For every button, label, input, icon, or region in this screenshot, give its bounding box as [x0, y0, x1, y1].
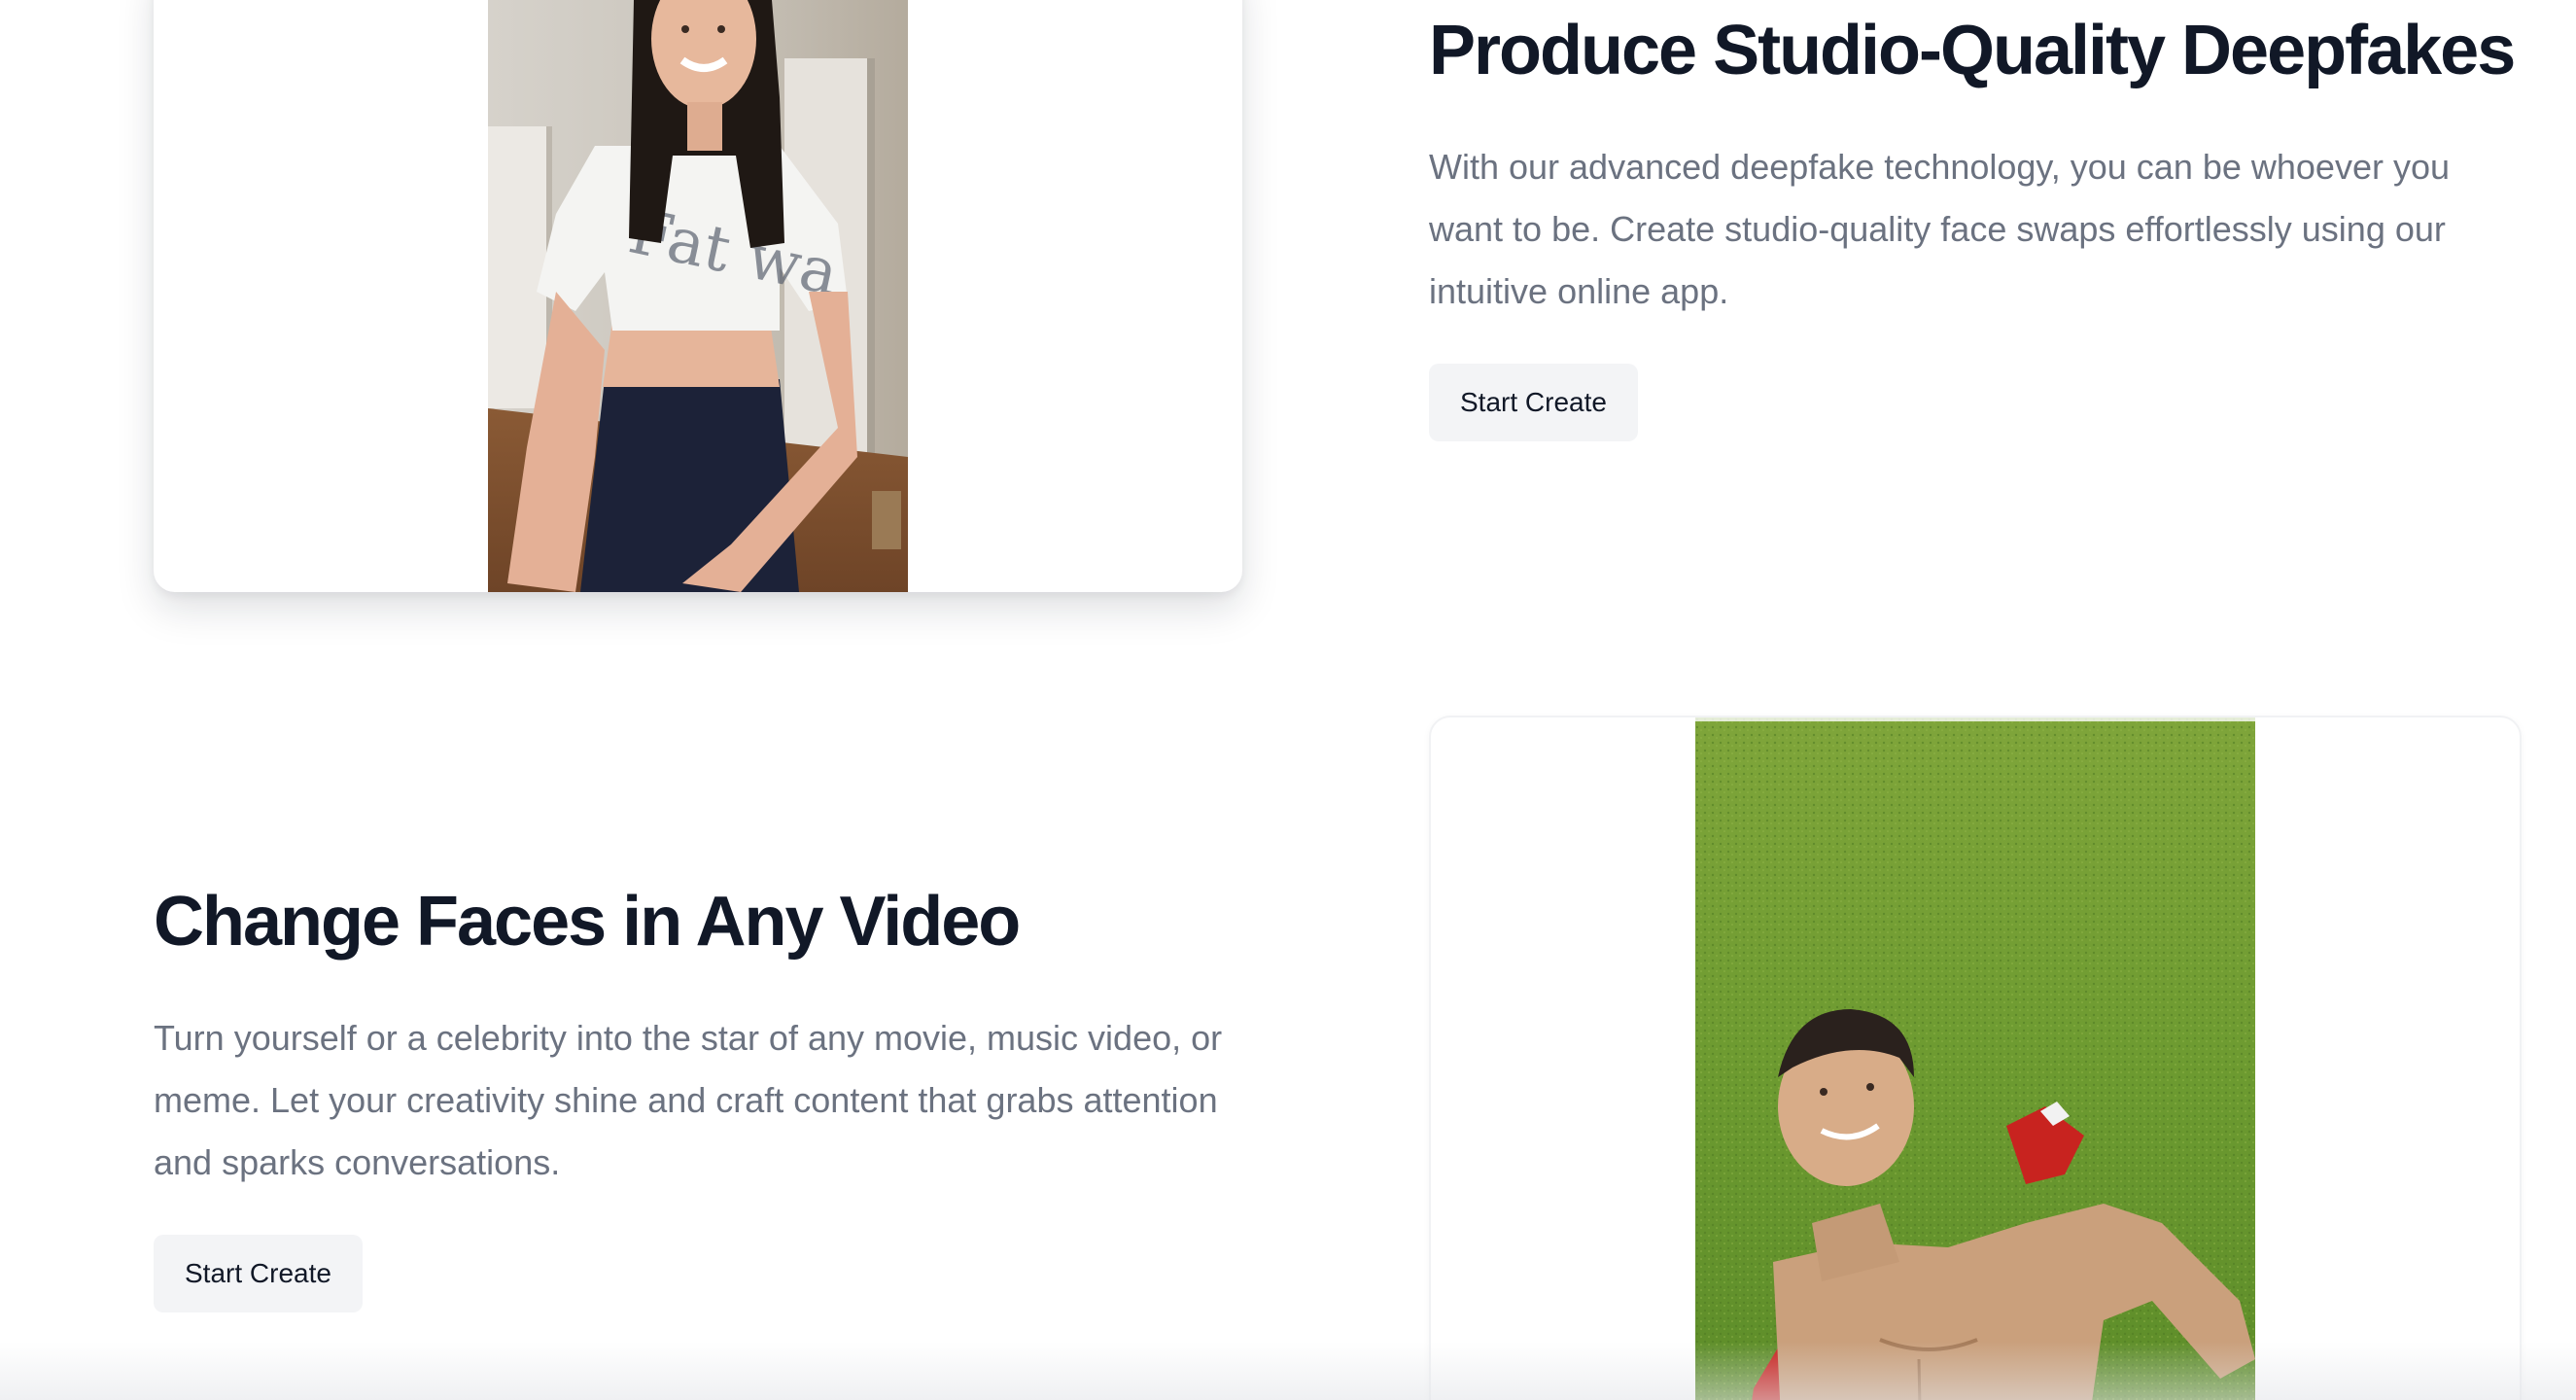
section-heading: Produce Studio-Quality Deepfakes — [1429, 12, 2516, 89]
soccer-player-video[interactable] — [1695, 718, 2255, 1400]
section-description: Turn yourself or a celebrity into the st… — [154, 1018, 1223, 1182]
feature-media-card-change-faces — [1429, 716, 2522, 1400]
section-description: With our advanced deepfake technology, y… — [1429, 147, 2451, 311]
woman-dancing-video[interactable]: Fat wa — [488, 0, 908, 592]
feature-media-card-deepfakes: Fat wa — [154, 0, 1242, 592]
section-heading: Change Faces in Any Video — [154, 883, 1021, 961]
start-create-button[interactable]: Start Create — [154, 1235, 363, 1312]
start-create-button[interactable]: Start Create — [1429, 364, 1638, 441]
feature-deepfakes: Produce Studio-Quality Deepfakes With ou… — [1429, 4, 2547, 441]
page: Fat wa Produce Studio-Quality Deepfakes … — [0, 0, 2576, 1400]
feature-change-faces: Change Faces in Any Video Turn yourself … — [154, 875, 1271, 1312]
